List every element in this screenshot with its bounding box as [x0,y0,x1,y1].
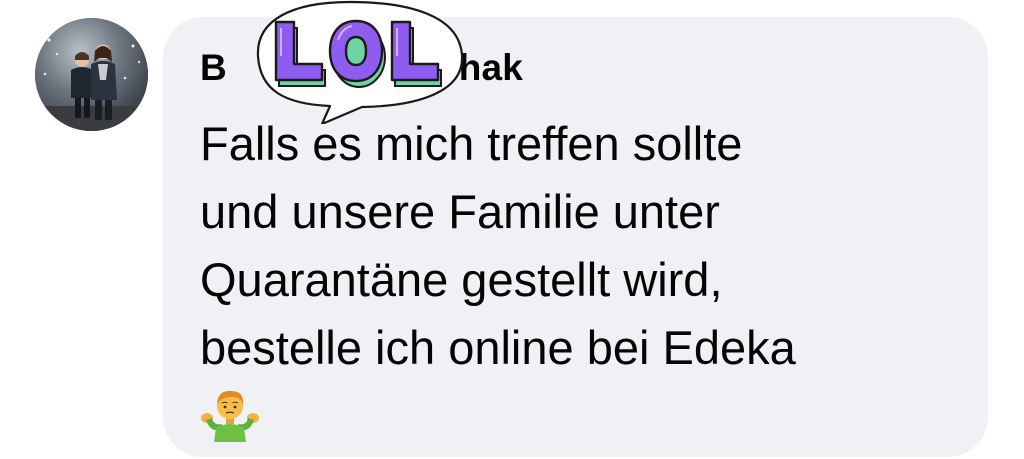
person-shrugging-emoji-icon [200,382,260,442]
author-name-start: B [200,47,227,88]
lol-sticker [232,0,468,124]
comment-text: Falls es mich treffen sollte und unsere … [200,110,970,382]
comment-text-line: bestelle ich online bei Edeka [200,321,796,374]
avatar[interactable] [35,18,148,131]
speech-bubble-icon [256,0,464,124]
comment-text-line: Quarantäne gestellt wird, [200,253,723,306]
comment-text-line: und unsere Familie unter [200,185,720,238]
avatar-photo [35,18,148,131]
